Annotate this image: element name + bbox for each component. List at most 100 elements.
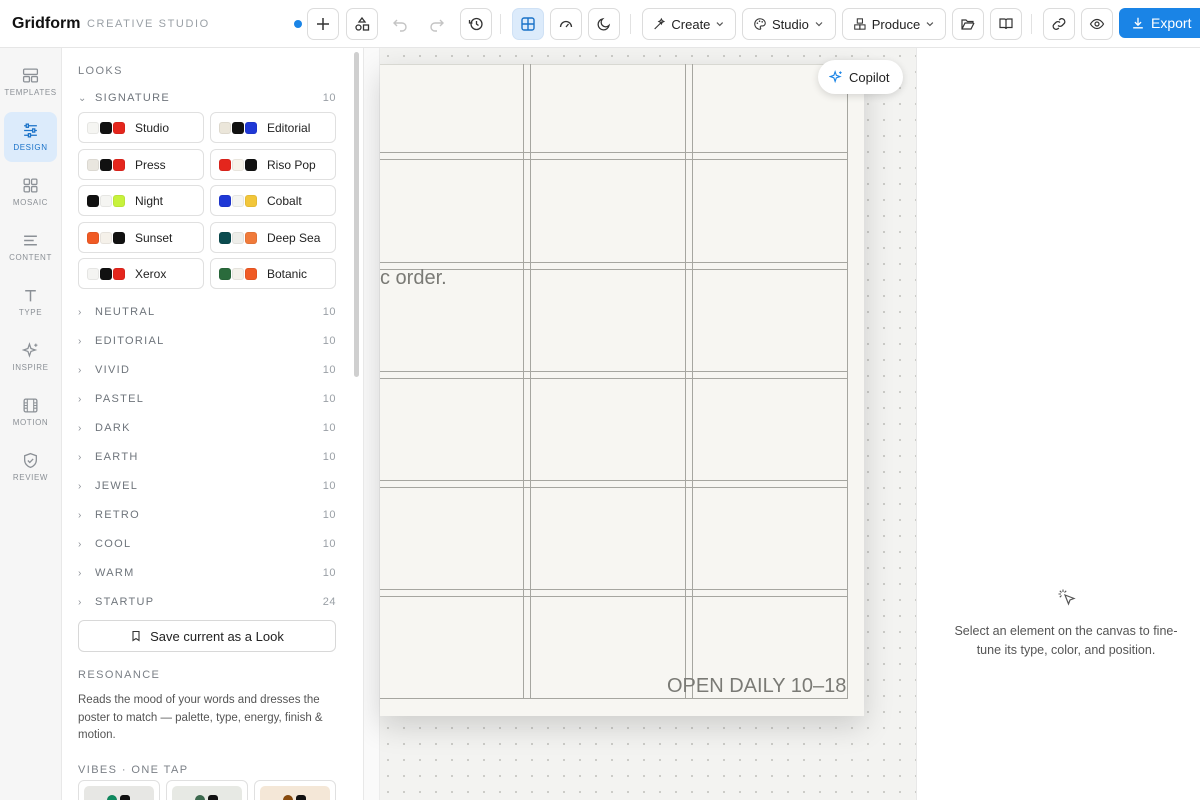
rail-item-content[interactable]: CONTENT — [4, 222, 57, 272]
look-card[interactable]: Botanic — [210, 258, 336, 289]
group-vivid[interactable]: › VIVID 10 — [78, 362, 336, 378]
group-dark[interactable]: › DARK 10 — [78, 420, 336, 436]
rail-label: MOTION — [12, 418, 49, 427]
grid-line — [380, 371, 847, 372]
book-button[interactable] — [990, 8, 1022, 40]
create-menu-label: Create — [671, 16, 711, 32]
group-label: RETRO — [95, 509, 140, 521]
rail-item-templates[interactable]: TEMPLATES — [4, 57, 57, 107]
group-cool[interactable]: › COOL 10 — [78, 536, 336, 552]
save-look-button[interactable]: Save current as a Look — [78, 620, 336, 652]
group-count: 10 — [322, 538, 336, 550]
chevron-down-icon: ⌄ — [78, 92, 88, 104]
swatch — [113, 267, 125, 280]
grid-toggle-button[interactable] — [512, 8, 544, 40]
group-label: JEWEL — [95, 480, 139, 492]
look-card[interactable]: Xerox — [78, 258, 204, 289]
preview-button[interactable] — [1081, 8, 1113, 40]
share-link-button[interactable] — [1043, 8, 1075, 40]
chevron-right-icon: › — [78, 480, 83, 492]
group-earth[interactable]: › EARTH 10 — [78, 449, 336, 465]
swatch — [100, 194, 112, 207]
group-startup[interactable]: › STARTUP 24 — [78, 594, 336, 610]
canvas-area[interactable]: c order. OPEN DAILY 10–18 — [364, 48, 916, 800]
rail-label: INSPIRE — [12, 363, 49, 372]
group-pastel[interactable]: › PASTEL 10 — [78, 391, 336, 407]
swatch — [232, 267, 244, 280]
create-menu[interactable]: Create — [642, 8, 736, 40]
look-card[interactable]: Riso Pop — [210, 149, 336, 180]
look-name: Sunset — [135, 230, 173, 245]
studio-menu[interactable]: Studio — [742, 8, 836, 40]
shapes-button[interactable] — [346, 8, 378, 40]
swatch — [219, 231, 231, 244]
group-retro[interactable]: › RETRO 10 — [78, 507, 336, 523]
grid-line — [847, 64, 848, 698]
speed-button[interactable] — [550, 8, 582, 40]
swatch — [87, 121, 99, 134]
vibe-card[interactable] — [254, 780, 336, 800]
poster-body-text[interactable]: c order. — [380, 267, 447, 290]
rail-item-review[interactable]: REVIEW — [4, 442, 57, 492]
chevron-right-icon: › — [78, 509, 83, 521]
rail-item-type[interactable]: TYPE — [4, 277, 57, 327]
look-card[interactable]: Cobalt — [210, 185, 336, 216]
chevron-down-icon — [716, 22, 724, 27]
group-jewel[interactable]: › JEWEL 10 — [78, 478, 336, 494]
group-signature[interactable]: ⌄ SIGNATURE 10 — [78, 90, 336, 106]
grid-line — [380, 589, 847, 590]
look-card[interactable]: Night — [78, 185, 204, 216]
look-card[interactable]: Studio — [78, 112, 204, 143]
chevron-right-icon: › — [78, 393, 83, 405]
swatch — [219, 194, 231, 207]
rail-item-inspire[interactable]: INSPIRE — [4, 332, 57, 382]
look-name: Botanic — [267, 266, 308, 281]
swatch — [113, 158, 125, 171]
swatch — [87, 267, 99, 280]
swatch — [87, 194, 99, 207]
film-icon — [23, 398, 38, 413]
panel-scrollbar[interactable] — [354, 52, 359, 377]
grid-icon — [521, 17, 535, 31]
vibe-preview — [260, 786, 330, 800]
group-count: 10 — [322, 480, 336, 492]
chevron-right-icon: › — [78, 538, 83, 550]
redo-button[interactable] — [421, 8, 453, 40]
group-count: 10 — [322, 335, 336, 347]
templates-icon — [22, 68, 39, 83]
plus-icon — [317, 18, 329, 30]
rail-item-motion[interactable]: MOTION — [4, 387, 57, 437]
history-button[interactable] — [460, 8, 492, 40]
grid-line — [380, 487, 847, 488]
look-card[interactable]: Sunset — [78, 222, 204, 253]
look-card[interactable]: Editorial — [210, 112, 336, 143]
poster-footer-text[interactable]: OPEN DAILY 10–18 — [667, 675, 846, 698]
look-card[interactable]: Press — [78, 149, 204, 180]
rail-item-design[interactable]: DESIGN — [4, 112, 57, 162]
group-warm[interactable]: › WARM 10 — [78, 565, 336, 581]
swatch — [283, 795, 293, 800]
dark-mode-button[interactable] — [588, 8, 620, 40]
produce-menu[interactable]: Produce — [842, 8, 946, 40]
vibe-card[interactable] — [78, 780, 160, 800]
add-button[interactable] — [307, 8, 339, 40]
vibe-card[interactable] — [166, 780, 248, 800]
group-count: 10 — [322, 92, 336, 104]
group-count: 10 — [322, 306, 336, 318]
undo-button[interactable] — [384, 8, 416, 40]
swatch — [100, 267, 112, 280]
group-editorial[interactable]: › EDITORIAL 10 — [78, 333, 336, 349]
sliders-icon — [24, 123, 37, 138]
group-count: 24 — [322, 596, 336, 608]
group-neutral[interactable]: › NEUTRAL 10 — [78, 304, 336, 320]
open-button[interactable] — [952, 8, 984, 40]
copilot-button[interactable]: Copilot — [818, 60, 903, 94]
poster[interactable]: c order. OPEN DAILY 10–18 — [380, 64, 864, 716]
rail-item-mosaic[interactable]: MOSAIC — [4, 167, 57, 217]
resonance-title: RESONANCE — [78, 669, 161, 681]
boxes-icon — [854, 18, 866, 30]
rail-label: TYPE — [18, 308, 43, 317]
book-open-icon — [999, 18, 1013, 30]
export-button[interactable]: Export — [1119, 8, 1200, 38]
look-card[interactable]: Deep Sea — [210, 222, 336, 253]
